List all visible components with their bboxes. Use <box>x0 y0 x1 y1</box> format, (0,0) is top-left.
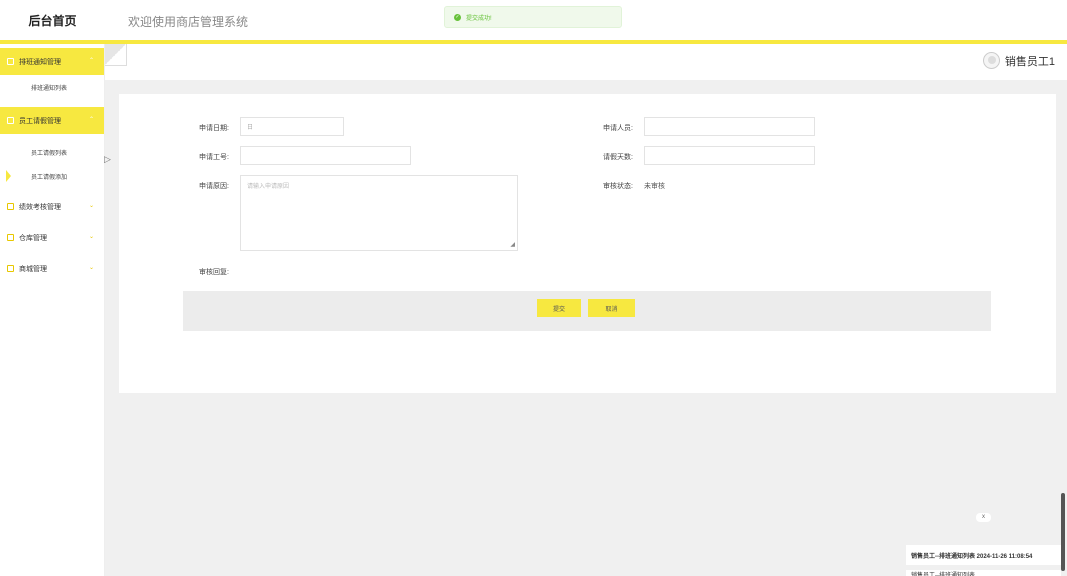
chevron-up-icon: ⌃ <box>88 117 94 123</box>
toast-message: 提交成功! <box>466 15 492 22</box>
notification-item[interactable]: 销售员工--排班通知列表 <box>906 570 1061 576</box>
cart-icon <box>7 265 14 272</box>
top-header: 后台首页 欢迎使用商店管理系统 ✓ 提交成功! <box>0 0 1067 40</box>
reply-label: 审核回复: <box>199 269 229 276</box>
chevron-down-icon: ⌄ <box>88 203 94 209</box>
leave-form-card: 申请日期: 日 申请人员: 申请工号: 请假天数: 申请原因: 请输入申请原因 … <box>119 94 1056 393</box>
sidebar-group-mall[interactable]: 商城管理 ⌄ <box>0 255 104 282</box>
date-placeholder: 日 <box>247 125 254 131</box>
sidebar: 排班通知管理 ⌃ 排班通知列表 员工请假管理 ⌃ 员工请假列表 员工请假添加 绩… <box>0 44 105 576</box>
collapse-corner-icon[interactable] <box>105 44 127 66</box>
welcome-text: 欢迎使用商店管理系统 <box>128 15 249 29</box>
close-notification-button[interactable]: x <box>976 513 991 522</box>
sidebar-item-label: 员工请假添加 <box>31 174 68 181</box>
reason-textarea[interactable]: 请输入申请原因 ◢ <box>240 175 518 251</box>
folder-icon <box>7 58 14 65</box>
active-pointer-icon <box>6 170 11 182</box>
folder-icon <box>7 203 14 210</box>
sidebar-group-warehouse[interactable]: 仓库管理 ⌄ <box>0 224 104 251</box>
chevron-down-icon: ⌄ <box>88 265 94 271</box>
applicant-field[interactable] <box>644 117 815 136</box>
sidebar-group-leave[interactable]: 员工请假管理 ⌃ <box>0 107 104 134</box>
sidebar-group-label: 绩效考核管理 <box>19 203 61 211</box>
staff-no-label: 申请工号: <box>199 154 229 161</box>
status-label: 审核状态: <box>603 183 633 190</box>
leave-days-field[interactable] <box>644 146 815 165</box>
sidebar-group-performance[interactable]: 绩效考核管理 ⌄ <box>0 193 104 220</box>
date-field[interactable]: 日 <box>240 117 344 136</box>
status-value: 未审核 <box>644 183 665 190</box>
notification-item[interactable]: 销售员工--排班通知列表 2024-11-26 11:08:54 <box>906 545 1061 565</box>
date-label: 申请日期: <box>199 125 229 132</box>
content-header-strip <box>105 44 1067 80</box>
sidebar-item-leave-list[interactable]: 员工请假列表 <box>0 140 104 164</box>
sidebar-group-label: 商城管理 <box>19 265 47 273</box>
sidebar-group-label: 排班通知管理 <box>19 58 61 66</box>
mouse-cursor-icon: ▷ <box>104 154 111 164</box>
user-menu[interactable]: 销售员工1 <box>982 52 1055 69</box>
sidebar-item-label: 员工请假列表 <box>31 150 68 157</box>
folder-icon <box>7 117 14 124</box>
resize-handle-icon[interactable]: ◢ <box>510 241 515 248</box>
user-name: 销售员工1 <box>1004 55 1055 68</box>
sidebar-item-label: 排班通知列表 <box>31 85 68 92</box>
reason-label: 申请原因: <box>199 183 229 190</box>
sidebar-item-schedule-list[interactable]: 排班通知列表 <box>0 75 104 99</box>
sidebar-group-label: 员工请假管理 <box>19 117 61 125</box>
chevron-down-icon: ⌄ <box>88 234 94 240</box>
sidebar-group-schedule[interactable]: 排班通知管理 ⌃ <box>0 48 104 75</box>
cancel-button[interactable]: 取消 <box>588 299 635 317</box>
check-circle-icon: ✓ <box>454 13 461 21</box>
success-toast: ✓ 提交成功! <box>444 6 622 28</box>
staff-no-field[interactable] <box>240 146 411 165</box>
leave-days-label: 请假天数: <box>603 154 633 161</box>
reason-placeholder: 请输入申请原因 <box>247 184 290 190</box>
submit-button[interactable]: 提交 <box>537 299 581 317</box>
chevron-up-icon: ⌃ <box>88 58 94 64</box>
button-bar: 提交 取消 <box>183 291 991 331</box>
folder-icon <box>7 234 14 241</box>
avatar <box>982 52 1000 69</box>
sidebar-group-label: 仓库管理 <box>19 234 47 242</box>
home-logo[interactable]: 后台首页 <box>0 0 105 40</box>
notification-scrollbar[interactable] <box>1061 493 1065 571</box>
applicant-label: 申请人员: <box>603 125 633 132</box>
sidebar-item-leave-add[interactable]: 员工请假添加 <box>0 164 104 188</box>
